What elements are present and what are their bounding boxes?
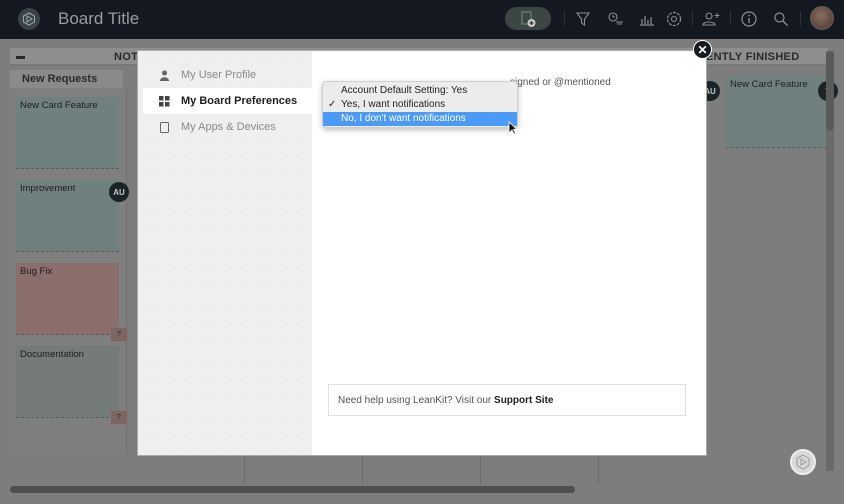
option-label: No, I don't want notifications: [341, 113, 466, 124]
card-title: New Card Feature: [730, 79, 808, 90]
help-text: Need help using LeanKit? Visit our: [338, 395, 495, 406]
option-label: Account Default Setting: Yes: [341, 85, 468, 96]
card-title: New Card Feature: [20, 100, 98, 111]
calendar-icon[interactable]: ?: [110, 410, 128, 425]
user-icon: [157, 70, 171, 81]
sublane-title: New Requests: [22, 73, 98, 85]
checkmark-icon: ✓: [328, 99, 337, 110]
card-title: Documentation: [20, 349, 84, 360]
card-assignee-avatar[interactable]: AU: [109, 182, 129, 202]
close-icon: ✕: [697, 42, 708, 57]
mouse-cursor-icon: [508, 121, 519, 140]
tablet-icon: [157, 121, 171, 133]
analytics-icon[interactable]: [637, 9, 657, 29]
filter-icon[interactable]: [573, 9, 593, 29]
option-label: Yes, I want notifications: [341, 99, 446, 110]
lane-title: ENTLY FINISHED: [706, 51, 800, 63]
play-button[interactable]: [790, 449, 816, 475]
card[interactable]: New Card Feature: [16, 97, 119, 169]
logo-icon[interactable]: [18, 8, 40, 30]
search-icon[interactable]: [771, 9, 791, 29]
close-modal-button[interactable]: ✕: [693, 40, 712, 59]
info-icon[interactable]: [739, 9, 759, 29]
dropdown-option[interactable]: No, I don't want notifications: [323, 112, 517, 126]
sidebar-item-apps-devices[interactable]: My Apps & Devices: [143, 114, 312, 140]
sidebar-item-label: My Apps & Devices: [181, 121, 276, 133]
sidebar-item-label: My Board Preferences: [181, 95, 298, 107]
separator: [800, 12, 801, 26]
preferences-modal: My User Profile My Board Preferences My …: [138, 51, 706, 455]
separator: [564, 12, 565, 26]
new-card-icon: [521, 11, 536, 27]
vertical-scrollbar[interactable]: [826, 51, 834, 131]
sidebar-item-user-profile[interactable]: My User Profile: [143, 62, 312, 88]
support-site-link[interactable]: Support Site: [494, 395, 553, 406]
board-title: Board Title: [58, 9, 140, 28]
lane-title: NOT: [114, 51, 139, 63]
timeline-icon[interactable]: [606, 9, 626, 29]
horizontal-scrollbar[interactable]: [10, 486, 575, 493]
grid-icon: [157, 95, 171, 107]
dropdown-option[interactable]: Account Default Setting: Yes: [323, 84, 517, 98]
avatar[interactable]: [810, 6, 834, 30]
separator: [692, 12, 693, 26]
play-icon: [796, 454, 810, 470]
sidebar-item-board-preferences[interactable]: My Board Preferences: [143, 88, 312, 114]
card[interactable]: Documentation: [16, 346, 119, 418]
modal-content: signed or @mentioned Account Default Set…: [312, 51, 706, 455]
card-title: Improvement: [20, 183, 76, 194]
help-box: Need help using LeanKit? Visit our Suppo…: [328, 384, 686, 416]
separator: [730, 12, 731, 26]
modal-sidebar: My User Profile My Board Preferences My …: [138, 51, 312, 455]
sidebar-item-label: My User Profile: [181, 69, 257, 81]
card[interactable]: New Card Feature: [726, 76, 826, 148]
calendar-icon[interactable]: ?: [110, 327, 128, 342]
card[interactable]: Improvement: [16, 180, 119, 252]
dropdown-option[interactable]: ✓ Yes, I want notifications: [323, 98, 517, 112]
top-bar: Board Title: [0, 0, 844, 39]
card-title: Bug Fix: [20, 266, 53, 277]
sublane-header: New Requests: [10, 70, 123, 88]
add-user-icon[interactable]: [701, 9, 721, 29]
settings-icon[interactable]: [664, 9, 684, 29]
card[interactable]: Bug Fix: [16, 263, 119, 335]
notification-description: signed or @mentioned: [510, 77, 611, 88]
notification-dropdown-menu[interactable]: Account Default Setting: Yes ✓ Yes, I wa…: [322, 81, 518, 128]
new-card-button[interactable]: [505, 7, 551, 30]
collapse-lane-button[interactable]: [14, 51, 26, 63]
